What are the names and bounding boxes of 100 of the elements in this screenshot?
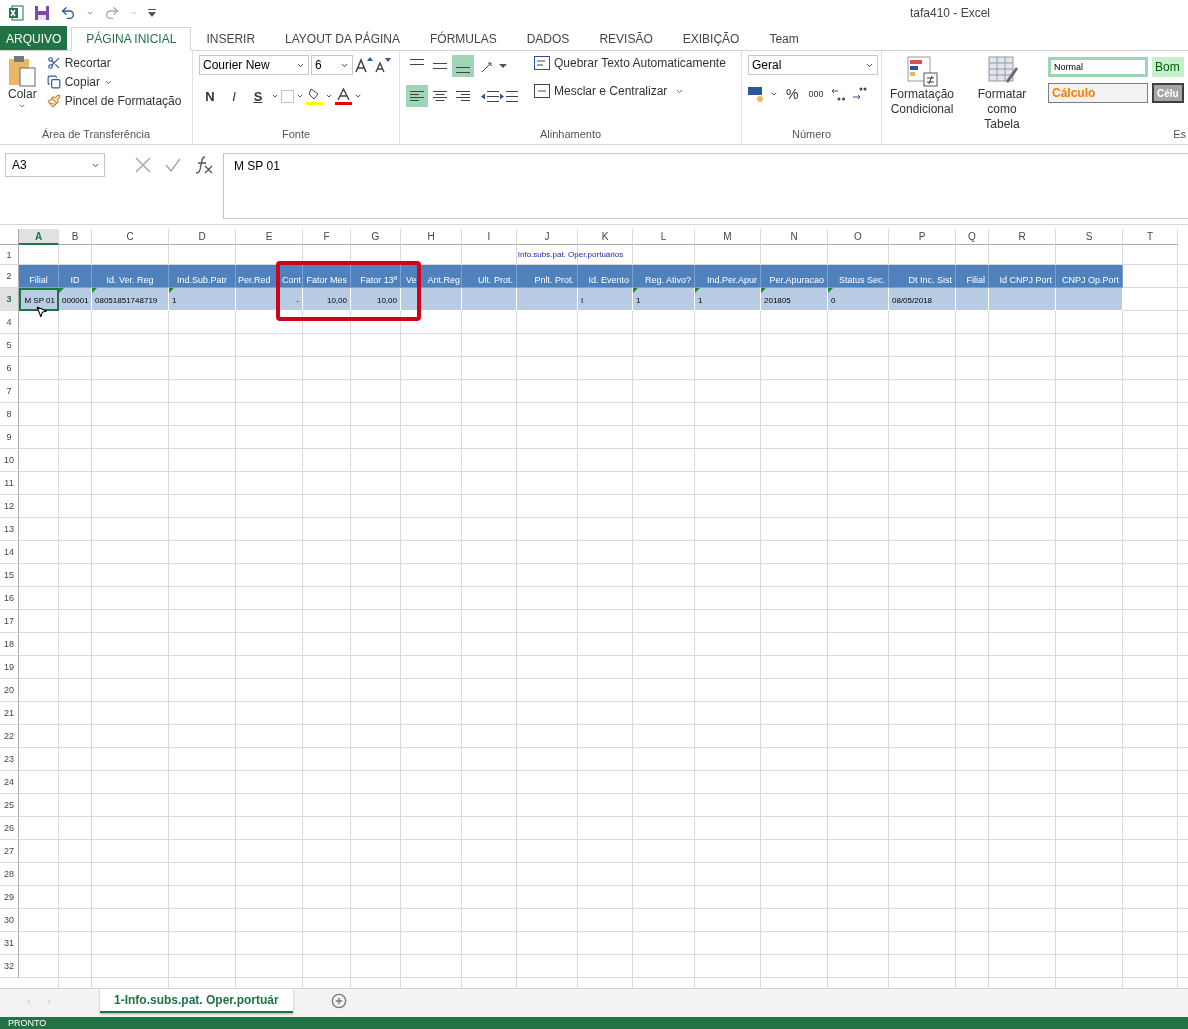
currency-icon[interactable] [748, 86, 764, 102]
row-header[interactable]: 20 [0, 679, 19, 702]
font-color-icon[interactable] [335, 87, 352, 105]
table-cell[interactable] [956, 288, 989, 311]
column-header[interactable]: L [633, 229, 695, 245]
column-header[interactable]: E [236, 229, 303, 245]
row-header[interactable]: 10 [0, 449, 19, 472]
table-cell[interactable] [989, 288, 1056, 311]
row-header[interactable]: 12 [0, 495, 19, 518]
save-icon[interactable] [34, 4, 50, 21]
cut-button[interactable]: Recortar [44, 55, 184, 71]
column-header[interactable]: G [351, 229, 401, 245]
row-header[interactable]: 30 [0, 909, 19, 932]
table-cell[interactable] [401, 288, 462, 311]
table-cell[interactable]: 1 [169, 288, 236, 311]
row-header[interactable]: 23 [0, 748, 19, 771]
horizontal-align-button[interactable] [406, 85, 428, 107]
add-sheet-icon[interactable] [330, 993, 347, 1009]
increase-decimal-icon[interactable] [831, 87, 847, 101]
cell-style-option[interactable]: Bom [1152, 57, 1184, 77]
row-header[interactable]: 5 [0, 334, 19, 357]
increase-font-icon[interactable] [355, 57, 373, 73]
table-cell[interactable]: 10,00 [303, 288, 351, 311]
paste-button[interactable]: Colar [6, 55, 39, 128]
row-header[interactable]: 22 [0, 725, 19, 748]
column-header[interactable]: I [462, 229, 517, 245]
vertical-align-button[interactable] [452, 55, 474, 77]
row-header[interactable]: 7 [0, 380, 19, 403]
table-cell[interactable]: I [578, 288, 633, 311]
row-header[interactable]: 26 [0, 817, 19, 840]
column-header[interactable]: C [92, 229, 169, 245]
row-header[interactable]: 24 [0, 771, 19, 794]
column-header[interactable]: H [401, 229, 462, 245]
font-name-field[interactable]: Courier New [199, 55, 309, 75]
column-header[interactable]: S [1056, 229, 1123, 245]
row-header[interactable]: 25 [0, 794, 19, 817]
column-header[interactable]: Q [956, 229, 989, 245]
row-header[interactable]: 27 [0, 840, 19, 863]
row-header[interactable]: 6 [0, 357, 19, 380]
name-box[interactable]: A3 [5, 153, 105, 177]
row-header[interactable]: 11 [0, 472, 19, 495]
row-header[interactable]: 15 [0, 564, 19, 587]
column-header[interactable]: R [989, 229, 1056, 245]
table-cell[interactable]: - [236, 288, 303, 311]
insert-function-icon[interactable] [195, 156, 213, 174]
column-header[interactable]: B [59, 229, 92, 245]
formula-field[interactable]: M SP 01 [223, 153, 1188, 219]
decrease-indent-icon[interactable] [481, 90, 499, 102]
text-orientation-icon[interactable] [481, 59, 507, 73]
column-header[interactable]: M [695, 229, 761, 245]
row-header[interactable]: 19 [0, 656, 19, 679]
copy-button[interactable]: Copiar [44, 74, 184, 90]
percent-button[interactable]: % [784, 85, 801, 103]
customize-toolbar-icon[interactable] [148, 8, 156, 17]
column-header[interactable]: K [578, 229, 633, 245]
caret-icon[interactable] [296, 92, 304, 100]
column-header[interactable]: F [303, 229, 351, 245]
row-header[interactable]: 13 [0, 518, 19, 541]
table-cell[interactable]: 10,00 [351, 288, 401, 311]
row-header[interactable]: 4 [0, 311, 19, 334]
caret-icon[interactable] [354, 92, 362, 100]
fill-color-icon[interactable] [306, 87, 323, 105]
underline-button[interactable]: S [247, 85, 269, 107]
caret-icon[interactable] [325, 92, 333, 100]
table-cell[interactable] [517, 288, 578, 311]
caret-icon[interactable] [770, 90, 778, 98]
increase-indent-icon[interactable] [500, 90, 518, 102]
column-header[interactable]: P [889, 229, 956, 245]
table-cell[interactable]: 1 [695, 288, 761, 311]
undo-icon[interactable] [60, 4, 76, 21]
column-header[interactable]: N [761, 229, 828, 245]
wrap-text-button[interactable]: Quebrar Texto Automaticamente [532, 55, 728, 71]
row-header[interactable]: 16 [0, 587, 19, 610]
ribbon-tab[interactable]: ARQUIVO [0, 26, 68, 50]
row-header[interactable]: 29 [0, 886, 19, 909]
decrease-font-icon[interactable] [375, 57, 391, 73]
table-cell[interactable] [1056, 288, 1123, 311]
row-header[interactable]: 8 [0, 403, 19, 426]
row-header[interactable]: 28 [0, 863, 19, 886]
table-cell[interactable]: 08051851748719 [92, 288, 169, 311]
column-header[interactable]: D [169, 229, 236, 245]
column-header[interactable]: J [517, 229, 578, 245]
column-header[interactable]: T [1123, 229, 1178, 245]
thousands-button[interactable]: 000 [806, 88, 826, 100]
conditional-formatting-button[interactable]: Formatação Condicional [888, 55, 957, 144]
column-header[interactable]: A [19, 229, 59, 245]
sheet-tab[interactable]: 1-Info.subs.pat. Oper.portuár [100, 989, 293, 1013]
row-header[interactable]: 1 [0, 245, 19, 265]
caret-icon[interactable] [271, 92, 279, 100]
table-cell[interactable]: 1 [633, 288, 695, 311]
italic-button[interactable]: I [223, 85, 245, 107]
table-cell[interactable] [462, 288, 517, 311]
row-header[interactable]: 2 [0, 265, 19, 288]
format-as-table-button[interactable]: Formatar como Tabela [962, 55, 1042, 144]
decrease-decimal-icon[interactable] [852, 87, 868, 101]
row-header[interactable]: 3 [0, 288, 19, 311]
row-header[interactable]: 17 [0, 610, 19, 633]
column-header[interactable]: O [828, 229, 889, 245]
row-header[interactable]: 31 [0, 932, 19, 955]
format-painter-button[interactable]: Pincel de Formatação [44, 93, 184, 109]
